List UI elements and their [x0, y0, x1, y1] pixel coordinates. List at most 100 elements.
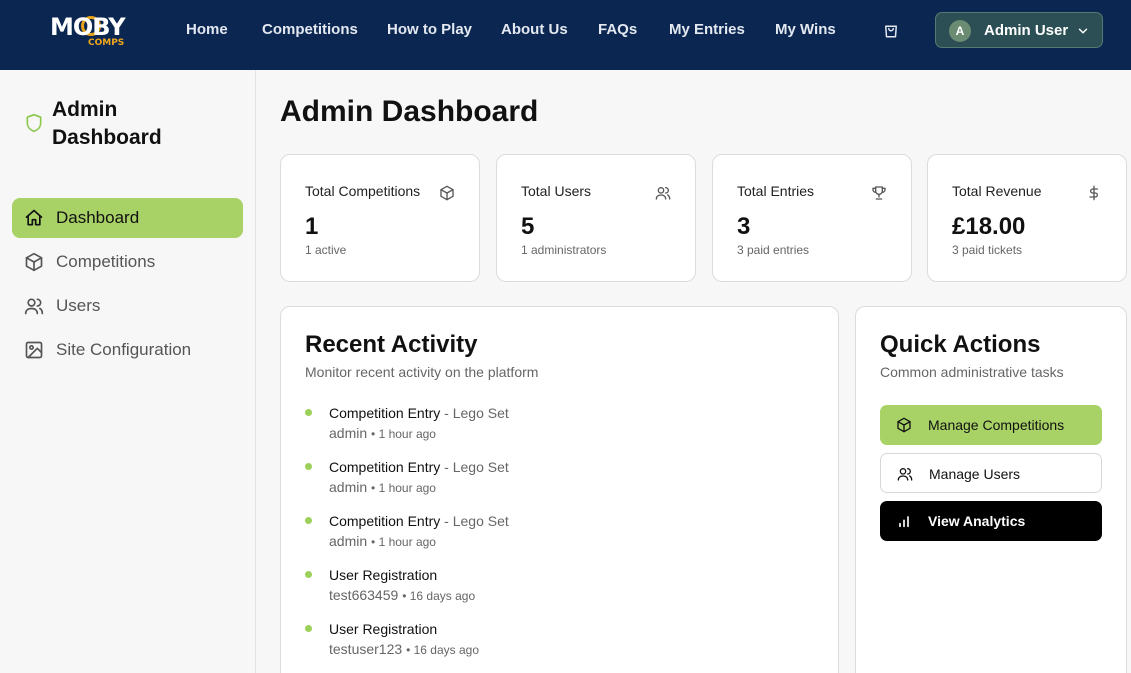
- stat-card-total-revenue: Total Revenue £18.00 3 paid tickets: [927, 154, 1127, 282]
- recent-activity-subtitle: Monitor recent activity on the platform: [305, 364, 539, 380]
- sidebar-item-label: Site Configuration: [56, 340, 192, 359]
- list-item: User Registration test663459 • 16 days a…: [305, 567, 805, 613]
- activity-time: 16 days ago: [413, 643, 479, 657]
- recent-activity-title: Recent Activity: [305, 331, 478, 358]
- activity-meta: admin • 1 hour ago: [329, 425, 436, 441]
- activity-title: Competition Entry - Lego Set: [329, 459, 509, 475]
- activity-detail: - Lego Set: [440, 405, 509, 421]
- button-label: Manage Competitions: [928, 417, 1065, 433]
- activity-user: admin: [329, 425, 368, 441]
- activity-type: User Registration: [329, 621, 438, 637]
- recent-activity-card: Recent Activity Monitor recent activity …: [280, 306, 839, 673]
- activity-meta: testuser123 • 16 days ago: [329, 641, 479, 657]
- stat-value: 1: [305, 213, 319, 240]
- nav-link-faqs[interactable]: FAQs: [598, 21, 637, 39]
- nav-link-competitions[interactable]: Competitions: [262, 21, 358, 39]
- view-analytics-button[interactable]: View Analytics: [880, 501, 1102, 541]
- chevron-down-icon: [1076, 24, 1090, 38]
- activity-meta: test663459 • 16 days ago: [329, 587, 476, 603]
- stat-label: Total Entries: [737, 183, 815, 199]
- manage-users-button[interactable]: Manage Users: [880, 453, 1102, 493]
- logo-sub-text: COMPS: [88, 38, 125, 48]
- activity-user: test663459: [329, 587, 399, 603]
- button-label: Manage Users: [929, 466, 1021, 482]
- activity-title: Competition Entry - Lego Set: [329, 513, 509, 529]
- activity-user: admin: [329, 533, 368, 549]
- stat-label: Total Competitions: [305, 183, 421, 199]
- page-title: Admin Dashboard: [280, 95, 539, 128]
- status-dot: [305, 409, 312, 416]
- quick-actions-subtitle: Common administrative tasks: [880, 364, 1064, 380]
- activity-meta: admin • 1 hour ago: [329, 479, 436, 495]
- stat-sub: 3 paid tickets: [952, 243, 1023, 257]
- stat-sub: 1 administrators: [521, 243, 607, 257]
- sidebar: Admin Dashboard Dashboard Competitions U…: [0, 70, 256, 673]
- nav-link-my-wins[interactable]: My Wins: [775, 21, 836, 39]
- status-dot: [305, 463, 312, 470]
- quick-actions-card: Quick Actions Common administrative task…: [855, 306, 1127, 673]
- stat-card-total-entries: Total Entries 3 3 paid entries: [712, 154, 912, 282]
- shopping-bag-icon[interactable]: [882, 21, 900, 39]
- sidebar-item-users[interactable]: Users: [12, 286, 243, 326]
- bar-chart-icon: [896, 513, 912, 529]
- activity-detail: - Lego Set: [440, 459, 509, 475]
- nav-link-home[interactable]: Home: [186, 21, 228, 39]
- nav-link-how-to-play[interactable]: How to Play: [387, 21, 472, 39]
- users-icon: [655, 185, 671, 201]
- avatar: A: [949, 20, 971, 42]
- stat-label: Total Users: [521, 183, 592, 199]
- activity-title: User Registration: [329, 621, 437, 637]
- sidebar-item-label: Users: [56, 296, 101, 315]
- stat-card-total-users: Total Users 5 1 administrators: [496, 154, 696, 282]
- stat-sub: 1 active: [305, 243, 347, 257]
- stat-value: 3: [737, 213, 751, 240]
- sidebar-item-site-configuration[interactable]: Site Configuration: [12, 330, 243, 370]
- list-item: Competition Entry - Lego Set admin • 1 h…: [305, 513, 805, 559]
- sidebar-item-dashboard[interactable]: Dashboard: [12, 198, 243, 238]
- list-item: User Registration testuser123 • 16 days …: [305, 621, 805, 667]
- stat-card-total-competitions: Total Competitions 1 1 active: [280, 154, 480, 282]
- activity-title: User Registration: [329, 567, 437, 583]
- stat-sub: 3 paid entries: [737, 243, 810, 257]
- activity-type: User Registration: [329, 567, 438, 583]
- activity-meta: admin • 1 hour ago: [329, 533, 436, 549]
- sidebar-title: Admin Dashboard: [52, 98, 162, 149]
- list-item: Competition Entry - Lego Set admin • 1 h…: [305, 459, 805, 505]
- top-nav: MOBY COMPS Home Competitions How to Play…: [0, 0, 1131, 70]
- stat-label: Total Revenue: [952, 183, 1042, 199]
- activity-user: admin: [329, 479, 368, 495]
- box-icon: [24, 252, 44, 272]
- user-name: Admin User: [984, 22, 1069, 39]
- button-label: View Analytics: [928, 513, 1026, 529]
- shield-icon: [24, 112, 44, 134]
- sidebar-item-competitions[interactable]: Competitions: [12, 242, 243, 282]
- manage-competitions-button[interactable]: Manage Competitions: [880, 405, 1102, 445]
- sidebar-item-label: Competitions: [56, 252, 156, 271]
- activity-type: Competition Entry: [329, 405, 441, 421]
- dollar-icon: [1086, 185, 1102, 201]
- stat-value: 5: [521, 213, 535, 240]
- activity-type: Competition Entry: [329, 513, 441, 529]
- activity-type: Competition Entry: [329, 459, 441, 475]
- sidebar-item-label: Dashboard: [56, 208, 140, 227]
- user-menu-button[interactable]: A Admin User: [935, 12, 1103, 48]
- activity-time: 1 hour ago: [378, 535, 436, 549]
- image-icon: [24, 340, 44, 360]
- activity-time: 1 hour ago: [378, 481, 436, 495]
- status-dot: [305, 625, 312, 632]
- status-dot: [305, 517, 312, 524]
- box-icon: [896, 417, 912, 433]
- users-icon: [897, 466, 913, 482]
- box-icon: [439, 185, 455, 201]
- activity-time: 16 days ago: [409, 589, 476, 603]
- activity-time: 1 hour ago: [378, 427, 436, 441]
- trophy-icon: [871, 185, 887, 201]
- home-icon: [24, 208, 44, 228]
- moby-comps-logo[interactable]: MOBY COMPS: [50, 12, 130, 48]
- quick-actions-title: Quick Actions: [880, 331, 1041, 358]
- status-dot: [305, 571, 312, 578]
- list-item: Competition Entry - Lego Set admin • 1 h…: [305, 405, 805, 451]
- nav-link-my-entries[interactable]: My Entries: [669, 21, 745, 39]
- nav-link-about-us[interactable]: About Us: [501, 21, 568, 39]
- activity-title: Competition Entry - Lego Set: [329, 405, 509, 421]
